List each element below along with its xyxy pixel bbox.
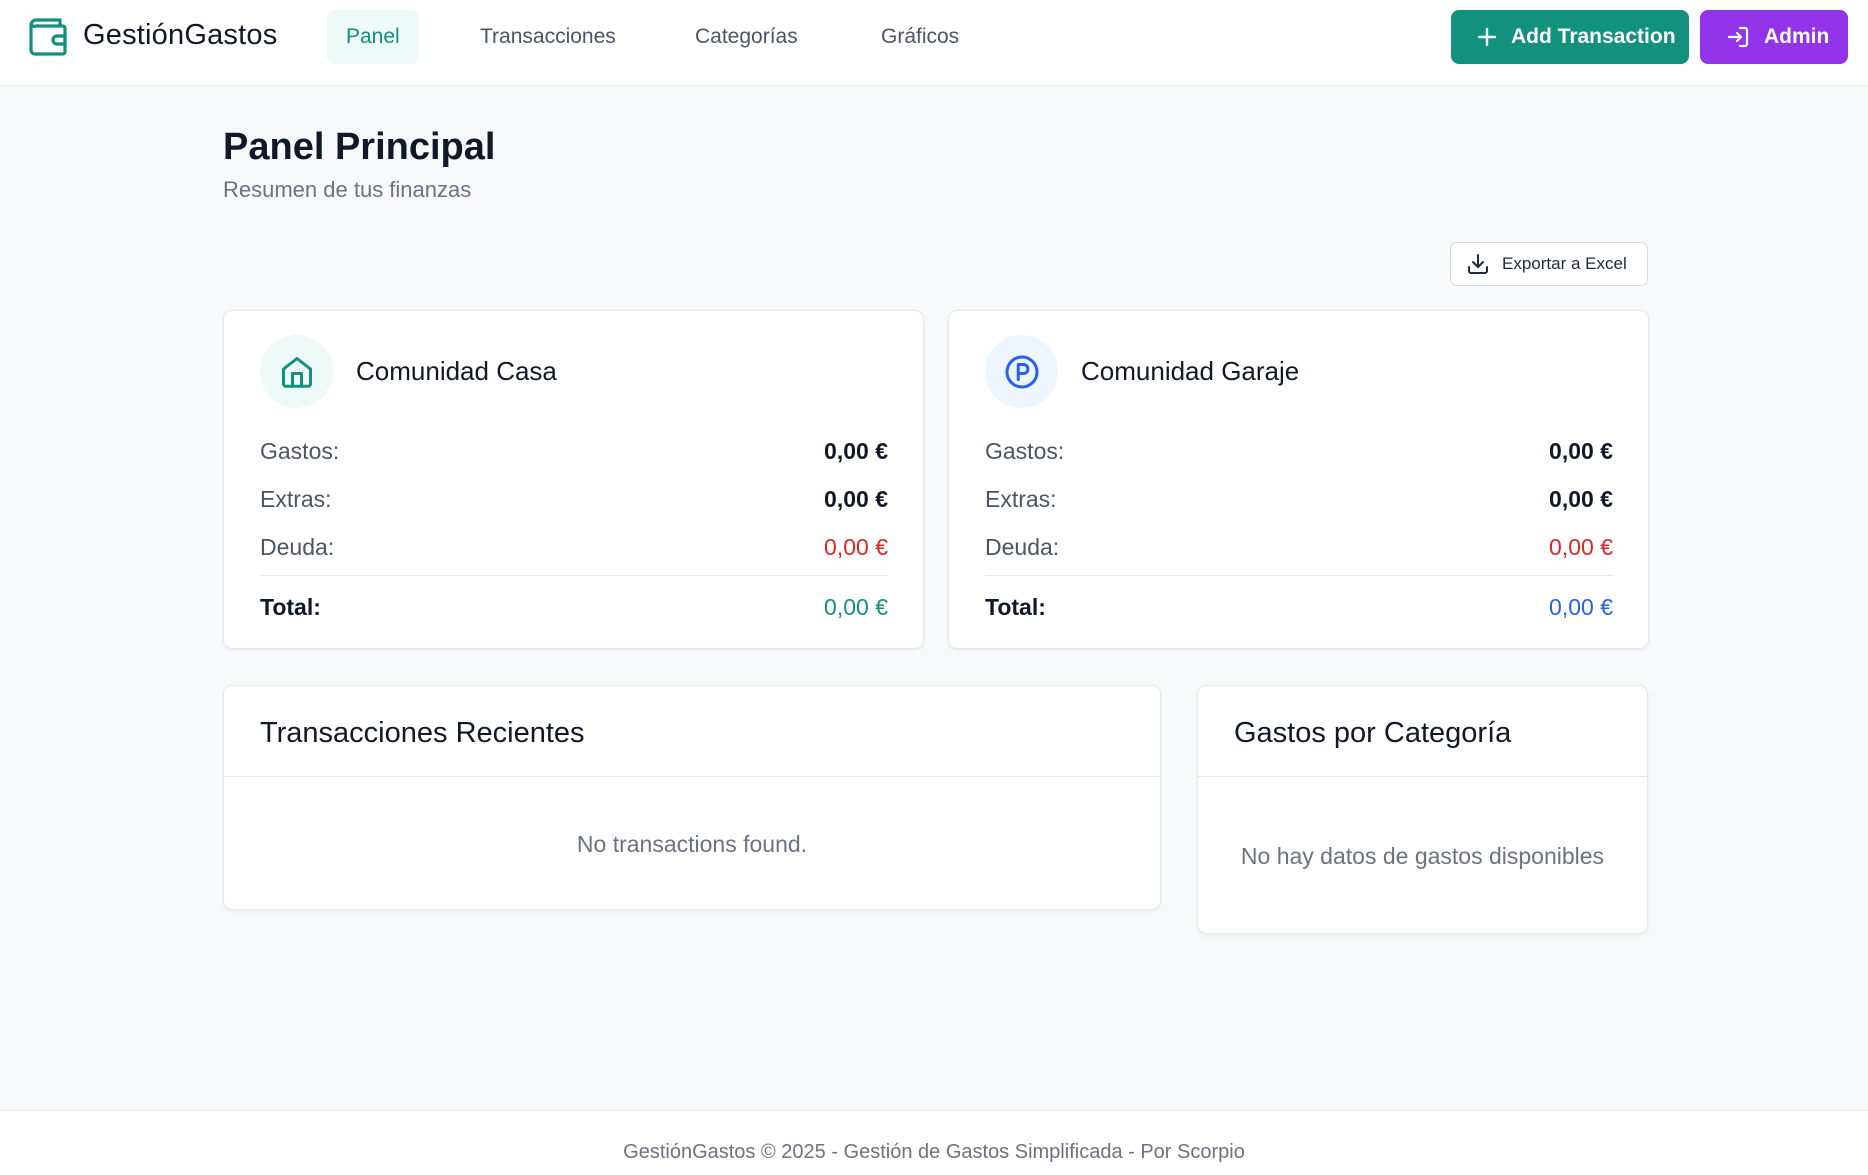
deuda-row: Deuda: 0,00 €	[985, 534, 1613, 561]
admin-button[interactable]: Admin	[1700, 10, 1848, 64]
total-row: Total: 0,00 €	[985, 594, 1613, 621]
nav-panel[interactable]: Panel	[327, 10, 419, 64]
total-label: Total:	[985, 594, 1046, 620]
wallet-icon[interactable]	[27, 16, 69, 58]
recent-transactions-title: Transacciones Recientes	[260, 717, 585, 749]
divider	[985, 575, 1613, 576]
card-title: Comunidad Garaje	[1081, 356, 1300, 386]
total-value: 0,00 €	[824, 594, 888, 620]
add-transaction-button[interactable]: Add Transaction	[1451, 10, 1689, 64]
extras-label: Extras:	[985, 486, 1057, 512]
gastos-label: Gastos:	[985, 438, 1065, 464]
card-title: Comunidad Casa	[356, 356, 557, 386]
deuda-value: 0,00 €	[824, 534, 888, 560]
plus-icon	[1477, 27, 1497, 47]
extras-label: Extras:	[260, 486, 332, 512]
parking-icon	[985, 335, 1058, 408]
admin-label: Admin	[1764, 25, 1830, 48]
expenses-by-category-panel: Gastos por Categoría No hay datos de gas…	[1197, 685, 1648, 934]
extras-row: Extras: 0,00 €	[260, 486, 888, 513]
deuda-label: Deuda:	[985, 534, 1060, 560]
footer: GestiónGastos © 2025 - Gestión de Gastos…	[0, 1110, 1868, 1175]
add-transaction-label: Add Transaction	[1511, 25, 1676, 48]
total-label: Total:	[260, 594, 321, 620]
deuda-row: Deuda: 0,00 €	[260, 534, 888, 561]
panel-header: Transacciones Recientes	[224, 686, 1160, 777]
top-navbar: GestiónGastos Panel Transacciones Catego…	[0, 0, 1868, 86]
nav-categorias[interactable]: Categorías	[676, 10, 817, 64]
deuda-value: 0,00 €	[1549, 534, 1613, 560]
extras-value: 0,00 €	[824, 486, 888, 512]
nav-transacciones[interactable]: Transacciones	[461, 10, 635, 64]
page-title: Panel Principal	[223, 126, 496, 168]
gastos-row: Gastos: 0,00 €	[985, 438, 1613, 465]
download-icon	[1468, 254, 1488, 274]
recent-transactions-panel: Transacciones Recientes No transactions …	[223, 685, 1161, 910]
extras-row: Extras: 0,00 €	[985, 486, 1613, 513]
deuda-label: Deuda:	[260, 534, 335, 560]
home-icon	[260, 335, 333, 408]
expenses-by-category-title: Gastos por Categoría	[1234, 717, 1512, 749]
gastos-label: Gastos:	[260, 438, 340, 464]
empty-state-text: No hay datos de gastos disponibles	[1240, 843, 1605, 869]
panel-header: Gastos por Categoría	[1198, 686, 1647, 777]
card-comunidad-casa: Comunidad Casa Gastos: 0,00 € Extras: 0,…	[223, 310, 924, 649]
total-row: Total: 0,00 €	[260, 594, 888, 621]
export-excel-button[interactable]: Exportar a Excel	[1450, 242, 1648, 286]
gastos-value: 0,00 €	[1549, 438, 1613, 464]
footer-text: GestiónGastos © 2025 - Gestión de Gastos…	[623, 1141, 1245, 1163]
extras-value: 0,00 €	[1549, 486, 1613, 512]
gastos-value: 0,00 €	[824, 438, 888, 464]
total-value: 0,00 €	[1549, 594, 1613, 620]
login-icon	[1727, 26, 1749, 48]
gastos-row: Gastos: 0,00 €	[260, 438, 888, 465]
card-comunidad-garaje: Comunidad Garaje Gastos: 0,00 € Extras: …	[948, 310, 1649, 649]
empty-state-text: No transactions found.	[576, 831, 808, 857]
divider	[260, 575, 888, 576]
export-excel-label: Exportar a Excel	[1502, 254, 1627, 273]
nav-graficos[interactable]: Gráficos	[862, 10, 978, 64]
brand-name[interactable]: GestiónGastos	[83, 19, 277, 52]
page-subtitle: Resumen de tus finanzas	[223, 177, 472, 202]
